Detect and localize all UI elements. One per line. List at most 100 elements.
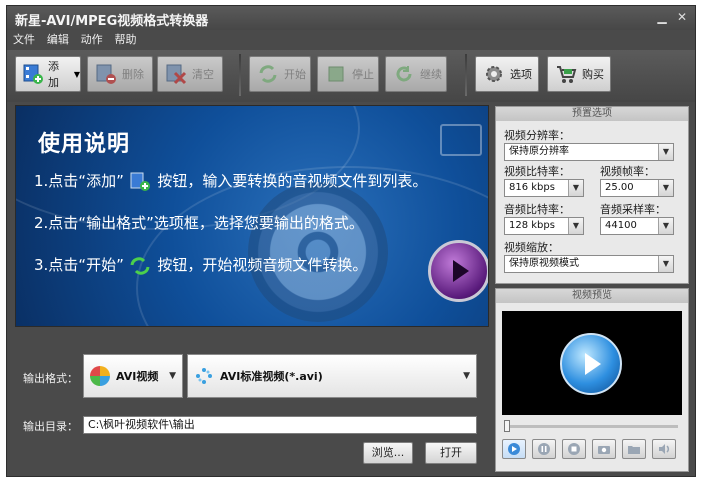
menu-action[interactable]: 动作 xyxy=(81,31,103,49)
stop-button[interactable]: 停止 xyxy=(317,56,379,92)
stop-icon xyxy=(324,62,348,86)
resume-button[interactable]: 继续 xyxy=(385,56,447,92)
step-3-text-a: 3.点击“开始” xyxy=(34,256,124,274)
output-settings xyxy=(15,332,489,472)
format-detail-value: AVI标准视频(*.avi) xyxy=(220,370,323,383)
frame-rate-label: 视频帧率： xyxy=(600,165,655,178)
output-dir-label: 输出目录： xyxy=(23,420,78,433)
resume-label: 继续 xyxy=(420,68,442,81)
menu-edit[interactable]: 编辑 xyxy=(47,31,69,49)
resume-icon xyxy=(392,62,416,86)
format-category-value: AVI视频 xyxy=(116,370,159,383)
app-window: 新星-AVI/MPEG视频格式转换器 ▁ ✕ 文件 编辑 动作 帮助 添加 ▼ … xyxy=(6,5,696,477)
video-zoom-label: 视频缩放： xyxy=(504,241,559,254)
step-1-text-b: 按钮，输入要转换的音视频文件到列表。 xyxy=(157,172,428,190)
add-file-icon xyxy=(22,62,44,86)
volume-icon xyxy=(659,444,670,454)
video-bitrate-value: 816 kbps xyxy=(509,182,555,193)
video-bitrate-select[interactable]: 816 kbps ▼ xyxy=(504,179,584,197)
resolution-value: 保持原分辨率 xyxy=(509,146,569,157)
clear-button[interactable]: 清空 xyxy=(157,56,223,92)
step-1-text-a: 1.点击“添加” xyxy=(34,172,124,190)
preview-volume-button[interactable] xyxy=(652,439,676,459)
frame-rate-value: 25.00 xyxy=(605,182,634,193)
chevron-down-icon: ▼ xyxy=(169,371,176,381)
resolution-label: 视频分辨率： xyxy=(504,129,570,142)
chevron-down-icon: ▼ xyxy=(568,218,583,234)
preview-snapshot-button[interactable] xyxy=(592,439,616,459)
video-zoom-value: 保持原视频模式 xyxy=(509,258,579,269)
menu-file[interactable]: 文件 xyxy=(13,31,35,49)
toolbar-separator xyxy=(239,54,241,96)
audio-bitrate-select[interactable]: 128 kbps ▼ xyxy=(504,217,584,235)
video-zoom-select[interactable]: 保持原视频模式 ▼ xyxy=(504,255,674,273)
clear-list-icon xyxy=(164,62,188,86)
open-button[interactable]: 打开 xyxy=(425,442,477,464)
sample-rate-value: 44100 xyxy=(605,220,637,231)
delete-button[interactable]: 删除 xyxy=(87,56,153,92)
preview-seek-track[interactable] xyxy=(506,425,678,428)
frame-rate-select[interactable]: 25.00 ▼ xyxy=(600,179,674,197)
stop-icon xyxy=(568,443,580,455)
video-preview-screen xyxy=(502,311,682,415)
output-dir-field[interactable]: C:\枫叶视频软件\输出 xyxy=(83,416,477,434)
browse-button[interactable]: 浏览... xyxy=(363,442,413,464)
instruction-step-1: 1.点击“添加” 按钮，输入要转换的音视频文件到列表。 xyxy=(34,170,427,192)
clear-label: 清空 xyxy=(192,68,214,81)
resolution-select[interactable]: 保持原分辨率 ▼ xyxy=(504,143,674,161)
options-label: 选项 xyxy=(510,68,532,81)
chevron-down-icon: ▼ xyxy=(73,69,80,79)
chevron-down-icon: ▼ xyxy=(658,144,673,160)
chevron-down-icon: ▼ xyxy=(568,180,583,196)
toolbar: 添加 ▼ 删除 清空 开始 停止 继续 选项 购买 xyxy=(7,50,695,102)
preset-panel-title: 预置选项 xyxy=(496,107,688,121)
start-convert-icon xyxy=(129,256,153,276)
start-label: 开始 xyxy=(284,68,306,81)
format-category-select[interactable]: AVI视频 ▼ xyxy=(83,354,183,398)
buy-button[interactable]: 购买 xyxy=(547,56,611,92)
preview-stop-button[interactable] xyxy=(562,439,586,459)
film-reel-graphic xyxy=(248,182,388,322)
stop-label: 停止 xyxy=(352,68,374,81)
play-icon xyxy=(428,240,488,302)
menu-help[interactable]: 帮助 xyxy=(114,31,136,49)
format-category-icon xyxy=(90,366,110,386)
preset-panel: 预置选项 视频分辨率： 保持原分辨率 ▼ 视频比特率： 视频帧率： 816 kb… xyxy=(495,106,689,284)
format-detail-select[interactable]: AVI标准视频(*.avi) ▼ xyxy=(187,354,477,398)
instruction-step-3: 3.点击“开始” 按钮，开始视频音频文件转换。 xyxy=(34,254,367,276)
sample-rate-select[interactable]: 44100 ▼ xyxy=(600,217,674,235)
preview-panel: 视频预览 xyxy=(495,288,689,472)
close-icon[interactable]: ✕ xyxy=(675,10,689,24)
output-format-label: 输出格式： xyxy=(23,372,78,385)
preview-play-icon[interactable] xyxy=(560,333,622,395)
start-button[interactable]: 开始 xyxy=(249,56,311,92)
preview-play-button[interactable] xyxy=(502,439,526,459)
buy-label: 购买 xyxy=(582,68,604,81)
cart-icon xyxy=(554,62,578,86)
options-button[interactable]: 选项 xyxy=(475,56,539,92)
chevron-down-icon: ▼ xyxy=(658,218,673,234)
video-bitrate-label: 视频比特率： xyxy=(504,165,570,178)
sample-rate-label: 音频采样率： xyxy=(600,203,666,216)
instructions-heading: 使用说明 xyxy=(38,132,131,157)
start-convert-icon xyxy=(256,62,280,86)
audio-bitrate-label: 音频比特率： xyxy=(504,203,570,216)
preview-panel-title: 视频预览 xyxy=(496,289,688,303)
camera-icon xyxy=(598,446,610,454)
title-bar[interactable]: 新星-AVI/MPEG视频格式转换器 ▁ ✕ xyxy=(7,6,695,30)
add-button[interactable]: 添加 ▼ xyxy=(15,56,81,92)
add-label: 添加 xyxy=(48,60,59,89)
instructions-banner: 使用说明 1.点击“添加” 按钮，输入要转换的音视频文件到列表。 2.点击“输出… xyxy=(15,105,489,327)
format-detail-icon xyxy=(194,366,214,386)
delete-file-icon xyxy=(94,62,118,86)
step-3-text-b: 按钮，开始视频音频文件转换。 xyxy=(157,256,368,274)
add-file-icon xyxy=(129,172,153,192)
preview-folder-button[interactable] xyxy=(622,439,646,459)
play-icon xyxy=(508,443,520,455)
menu-bar: 文件 编辑 动作 帮助 xyxy=(7,31,695,49)
minimize-icon[interactable]: ▁ xyxy=(655,10,669,24)
toolbar-separator xyxy=(465,54,467,96)
preview-seek-thumb[interactable] xyxy=(504,420,510,432)
window-title: 新星-AVI/MPEG视频格式转换器 xyxy=(15,14,209,29)
preview-pause-button[interactable] xyxy=(532,439,556,459)
